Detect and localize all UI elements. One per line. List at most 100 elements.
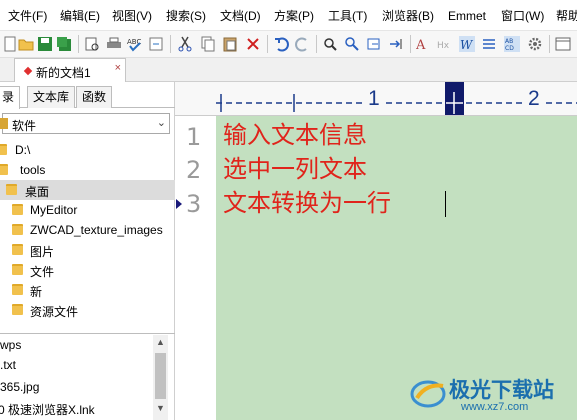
copy-icon[interactable] [200,36,216,52]
tree-item-myeditor[interactable]: MyEditor [0,200,175,220]
save-all-icon[interactable] [56,36,72,52]
watermark-logo-icon [410,380,446,408]
goto-icon[interactable] [388,36,404,52]
ruler-corner [175,82,216,116]
ruler-graphic [216,82,577,115]
panel-tabs: 录 文本库 函数 [0,86,175,109]
folder-icon [12,284,23,295]
drive-icon [0,118,8,129]
ruler-mark: 1 [366,87,382,111]
current-line-marker-icon [176,199,182,209]
tree-item-tools[interactable]: tools [0,160,175,180]
sort-icon[interactable]: ABCD [504,36,520,52]
svg-text:A: A [416,38,426,52]
scroll-down-icon[interactable]: ▼ [156,403,165,413]
folder-icon [0,164,8,175]
replace-icon[interactable] [366,36,382,52]
svg-text:W: W [460,38,474,52]
tree-item-d[interactable]: D:\ [0,140,175,160]
folder-icon [12,204,23,215]
toolbar: ABC A Hx W AB CD [0,30,577,58]
tab-text-library[interactable]: 文本库 [27,86,76,108]
tab-label: 新的文档1 [36,66,91,80]
menu-emmet[interactable]: Emmet [448,9,486,23]
tab-functions[interactable]: 函数 [76,86,113,108]
paste-icon[interactable] [222,36,238,52]
folder-icon [12,244,23,255]
menu-document[interactable]: 文档(D) [220,9,261,23]
watermark-url: www.xz7.com [461,401,529,413]
undo-icon[interactable] [273,36,289,52]
menu-window[interactable]: 窗口(W) [501,9,544,23]
watermark: 极光下载站 www.xz7.com [409,370,569,416]
line-number: 2 [186,156,202,184]
list-item[interactable]: 365.jpg [0,380,39,394]
tree-item-zwcad[interactable]: ZWCAD_texture_images [0,220,175,240]
font-icon[interactable]: A [416,36,432,52]
print-preview-icon[interactable] [84,36,100,52]
folder-icon [12,224,23,235]
print-icon[interactable] [106,36,122,52]
menu-bar: 文件(F) 编辑(E) 视图(V) 搜索(S) 文档(D) 方案(P) 工具(T… [0,0,577,30]
tree-item-files[interactable]: 文件 [0,260,175,280]
scroll-thumb[interactable] [155,353,166,399]
redo-icon[interactable] [295,36,311,52]
ruler-mark: 2 [526,87,542,111]
svg-text:Hx: Hx [437,41,450,51]
watermark-title: 极光下载站 [449,378,554,402]
panel-icon[interactable] [555,36,571,52]
tree-item-pictures[interactable]: 图片 [0,240,175,260]
folder-icon [12,264,23,275]
column-mode-icon[interactable] [481,36,497,52]
tree-item-desktop[interactable]: 桌面 [0,180,175,200]
spell-check-icon[interactable]: ABC [127,36,143,52]
menu-tools[interactable]: 工具(T) [328,9,367,23]
editor-window: 文件(F) 编辑(E) 视图(V) 搜索(S) 文档(D) 方案(P) 工具(T… [0,0,577,420]
save-icon[interactable] [37,36,53,52]
menu-edit[interactable]: 编辑(E) [60,9,100,23]
chevron-down-icon: ⌄ [156,117,166,129]
line-number: 1 [186,123,202,151]
menu-view[interactable]: 视图(V) [112,9,152,23]
new-file-icon[interactable] [2,36,18,52]
line-number-gutter: 1 2 3 [175,116,216,420]
modified-dot-icon [23,66,33,76]
text-caret [445,191,446,217]
menu-search[interactable]: 搜索(S) [166,9,206,23]
open-folder-icon[interactable] [18,36,34,52]
cut-icon[interactable] [177,36,193,52]
delete-icon[interactable] [245,36,261,52]
menu-scheme[interactable]: 方案(P) [274,9,314,23]
tab-directory[interactable]: 录 [0,86,21,109]
menu-help[interactable]: 帮助 [556,9,577,23]
text-line[interactable]: 选中一列文本 [223,156,367,182]
settings-icon[interactable] [527,36,543,52]
text-line[interactable]: 文本转换为一行 [223,190,391,216]
find-icon[interactable] [322,36,338,52]
list-item[interactable]: .txt [0,358,16,372]
scroll-up-icon[interactable]: ▲ [156,337,165,347]
menu-file[interactable]: 文件(F) [8,9,47,23]
list-item[interactable]: 0 极速浏览器X.lnk [0,401,95,418]
folder-tree: D:\ tools 桌面 MyEditor ZWCAD_texture_imag… [0,138,175,330]
column-ruler: 1 2 [216,82,577,116]
word-wrap-icon[interactable] [148,36,164,52]
list-item[interactable]: wps [0,338,21,352]
menu-browser[interactable]: 浏览器(B) [382,9,434,23]
svg-text:AB: AB [505,38,513,45]
text-editor[interactable]: 输入文本信息 选中一列文本 文本转换为一行 极光下载站 www.xz7.com [216,116,577,420]
folder-icon [12,304,23,315]
tab-new-document[interactable]: 新的文档1 × [14,58,126,82]
tree-item-new[interactable]: 新 [0,280,175,300]
wrap-toggle-icon[interactable]: W [459,36,475,52]
tree-item-resources[interactable]: 资源文件 [0,300,175,320]
hex-icon[interactable]: Hx [437,36,453,52]
text-line[interactable]: 输入文本信息 [223,122,367,148]
close-tab-icon[interactable]: × [115,62,121,74]
file-list-scrollbar[interactable]: ▲ ▼ [153,335,168,420]
file-list: wps .txt 365.jpg 0 极速浏览器X.lnk [0,333,175,420]
drive-select[interactable]: 软件 ⌄ [0,113,170,134]
folder-icon [0,144,7,155]
line-number: 3 [186,190,202,218]
find-next-icon[interactable] [344,36,360,52]
